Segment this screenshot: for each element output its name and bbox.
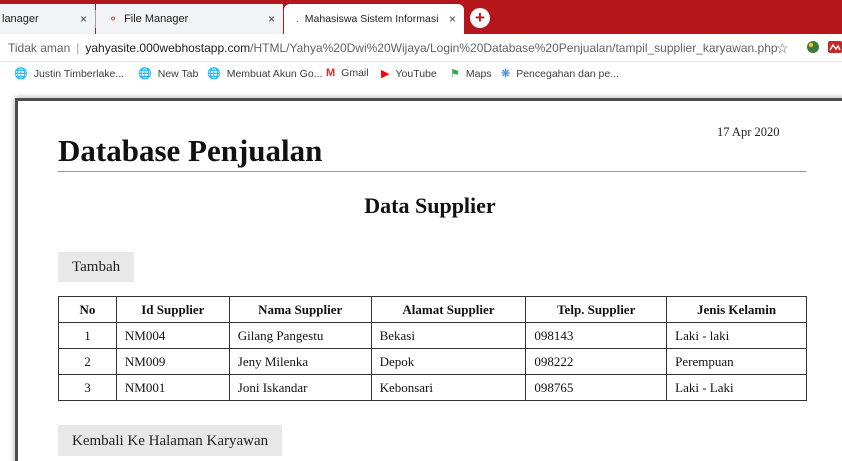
url-divider: |: [76, 41, 80, 55]
browser-tab-strip: lanager × ⚬ File Manager × . Mahasiswa S…: [0, 0, 842, 34]
cell-gender: Laki - laki: [666, 322, 807, 349]
globe-icon: 🌐: [14, 68, 28, 80]
cell-phone: 098143: [525, 322, 668, 349]
cell-name: Gilang Pangestu: [228, 322, 372, 349]
bookmark-item[interactable]: 🌐 New Tab: [138, 67, 199, 81]
table-row: 1 NM004 Gilang Pangestu Bekasi 098143 La…: [58, 322, 807, 349]
cell-id: NM001: [115, 374, 230, 401]
maps-icon: ⚑: [450, 68, 460, 80]
bookmark-item[interactable]: 🌐 Justin Timberlake...: [14, 67, 125, 81]
new-tab-button[interactable]: +: [470, 8, 490, 28]
page-title: Database Penjualan: [58, 133, 323, 168]
tab-label: lanager: [2, 13, 39, 25]
tab-label: File Manager: [124, 13, 189, 25]
table-row: 3 NM001 Joni Iskandar Kebonsari 098765 L…: [58, 374, 807, 401]
back-to-employee-button[interactable]: Kembali Ke Halaman Karyawan: [58, 425, 283, 456]
gmail-icon: M: [326, 67, 336, 79]
url-field[interactable]: Tidak aman | yahyasite.000webhostapp.com/H…: [8, 41, 778, 55]
column-header-phone: Telp. Supplier: [525, 296, 668, 323]
column-header-no: No: [58, 296, 117, 323]
youtube-icon: ▶: [381, 68, 390, 80]
bookmarks-bar: 🌐 Justin Timberlake... 🌐 New Tab 🌐 Membuat …: [0, 62, 842, 86]
cell-phone: 098222: [525, 348, 668, 375]
cell-address: Kebonsari: [370, 374, 527, 401]
cell-id: NM004: [115, 322, 230, 349]
bookmark-label: Gmail: [341, 67, 369, 79]
browser-tab-active[interactable]: . Mahasiswa Sistem Informasi ×: [284, 4, 464, 34]
supplier-table: No Id Supplier Nama Supplier Alamat Supp…: [58, 296, 807, 401]
profile-icon[interactable]: [828, 40, 842, 57]
bookmark-label: Maps: [465, 67, 492, 80]
bookmark-label: New Tab: [157, 67, 199, 80]
column-header-gender: Jenis Kelamin: [666, 296, 807, 323]
cell-id: NM009: [115, 348, 230, 375]
bookmark-label: Membuat Akun Go...: [226, 67, 323, 80]
report-date: 17 Apr 2020: [717, 125, 780, 139]
security-status[interactable]: Tidak aman: [8, 41, 70, 55]
close-icon[interactable]: ×: [449, 12, 456, 26]
cell-gender: Laki - Laki: [666, 374, 807, 401]
extension-icon[interactable]: [806, 40, 820, 57]
column-header-address: Alamat Supplier: [370, 296, 527, 323]
globe-icon: 🌐: [207, 68, 221, 80]
tab-label: Mahasiswa Sistem Informasi: [304, 13, 439, 25]
cell-name: Jeny Milenka: [228, 348, 372, 375]
cell-no: 1: [58, 322, 117, 349]
bookmark-label: YouTube: [395, 67, 437, 80]
cell-address: Bekasi: [370, 322, 527, 349]
shield-icon: ❋: [501, 68, 511, 80]
close-icon[interactable]: ×: [80, 12, 87, 26]
page-favicon-icon: .: [296, 13, 299, 25]
bookmark-label: Justin Timberlake...: [33, 67, 125, 80]
star-icon[interactable]: ☆: [776, 40, 789, 56]
cell-address: Depok: [370, 348, 527, 375]
cell-gender: Perempuan: [666, 348, 807, 375]
bookmark-item[interactable]: M Gmail: [326, 67, 369, 79]
cell-no: 3: [58, 374, 117, 401]
bookmark-item[interactable]: ⚑ Maps: [450, 67, 492, 81]
title-divider: [58, 171, 806, 172]
bookmark-item[interactable]: ❋ Pencegahan dan pe...: [501, 67, 619, 81]
browser-tab[interactable]: ⚬ File Manager ×: [96, 4, 283, 34]
globe-icon: 🌐: [138, 68, 152, 80]
table-header-row: No Id Supplier Nama Supplier Alamat Supp…: [58, 296, 807, 323]
column-header-id: Id Supplier: [115, 296, 230, 323]
cell-phone: 098765: [525, 374, 668, 401]
add-supplier-button[interactable]: Tambah: [58, 252, 135, 282]
column-header-name: Nama Supplier: [228, 296, 372, 323]
cell-no: 2: [58, 348, 117, 375]
bookmark-item[interactable]: 🌐 Membuat Akun Go...: [207, 67, 323, 81]
bookmark-item[interactable]: ▶ YouTube: [381, 67, 437, 81]
address-bar[interactable]: Tidak aman | yahyasite.000webhostapp.com/H…: [0, 34, 842, 62]
file-manager-icon: ⚬: [108, 12, 119, 26]
url-host: yahyasite.000webhostapp.com: [85, 41, 251, 55]
close-icon[interactable]: ×: [268, 12, 275, 26]
url-path: /HTML/Yahya%20Dwi%20Wijaya/Login%20Datab…: [250, 41, 778, 55]
section-title: Data Supplier: [364, 193, 496, 218]
cell-name: Joni Iskandar: [228, 374, 372, 401]
table-row: 2 NM009 Jeny Milenka Depok 098222 Peremp…: [58, 348, 807, 375]
browser-tab[interactable]: lanager ×: [0, 4, 95, 34]
bookmark-label: Pencegahan dan pe...: [516, 67, 619, 80]
